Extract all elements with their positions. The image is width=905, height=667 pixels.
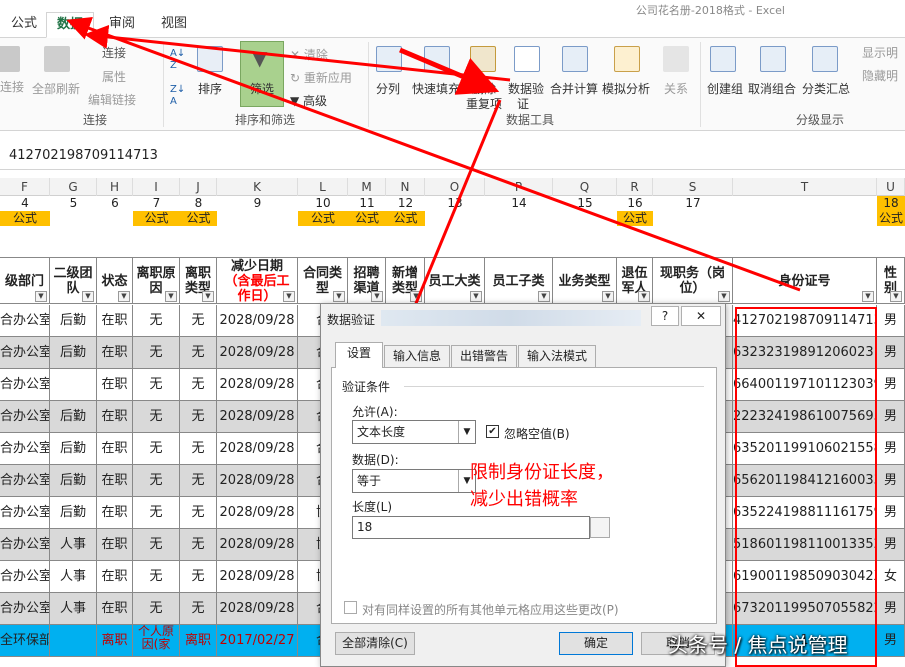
annotation-line-1: 限制身份证长度， <box>470 462 614 483</box>
apply-all-label: 对有同样设置的所有其他单元格应用这些更改(P) <box>362 603 619 617</box>
dialog-title: 数据验证 <box>327 313 376 327</box>
dialog-title-blur <box>381 310 641 326</box>
help-button[interactable]: ? <box>651 306 679 326</box>
close-icon: ✕ <box>695 309 707 323</box>
length-label: 长度(L) <box>352 500 393 514</box>
validation-criteria-label: 验证条件 <box>342 380 391 394</box>
watermark: 头条号 / 焦点说管理 <box>668 633 848 657</box>
ignore-blank-checkbox[interactable]: ✔ <box>486 425 499 438</box>
data-select[interactable]: 等于 ▼ <box>352 469 476 493</box>
chevron-down-icon: ▼ <box>458 421 475 443</box>
tab-ime-mode[interactable]: 输入法模式 <box>518 345 596 367</box>
tab-settings[interactable]: 设置 <box>335 342 383 368</box>
data-value: 等于 <box>357 474 382 488</box>
allow-value: 文本长度 <box>357 425 406 439</box>
allow-label: 允许(A): <box>352 405 398 419</box>
data-label: 数据(D): <box>352 453 399 467</box>
allow-select[interactable]: 文本长度 ▼ <box>352 420 476 444</box>
tab-input-message[interactable]: 输入信息 <box>384 345 450 367</box>
annotation-note: 限制身份证长度， 减少出错概率 <box>470 459 614 513</box>
ignore-blank-label: 忽略空值(B) <box>504 427 570 441</box>
range-picker-icon[interactable] <box>590 517 610 538</box>
apply-all-checkbox[interactable] <box>344 601 357 614</box>
clear-all-button[interactable]: 全部清除(C) <box>335 632 415 655</box>
length-input[interactable]: 18 <box>352 516 590 539</box>
tab-error-alert[interactable]: 出错警告 <box>451 345 517 367</box>
close-button[interactable]: ✕ <box>681 306 721 326</box>
annotation-line-2: 减少出错概率 <box>470 489 578 510</box>
ok-button[interactable]: 确定 <box>559 632 633 655</box>
